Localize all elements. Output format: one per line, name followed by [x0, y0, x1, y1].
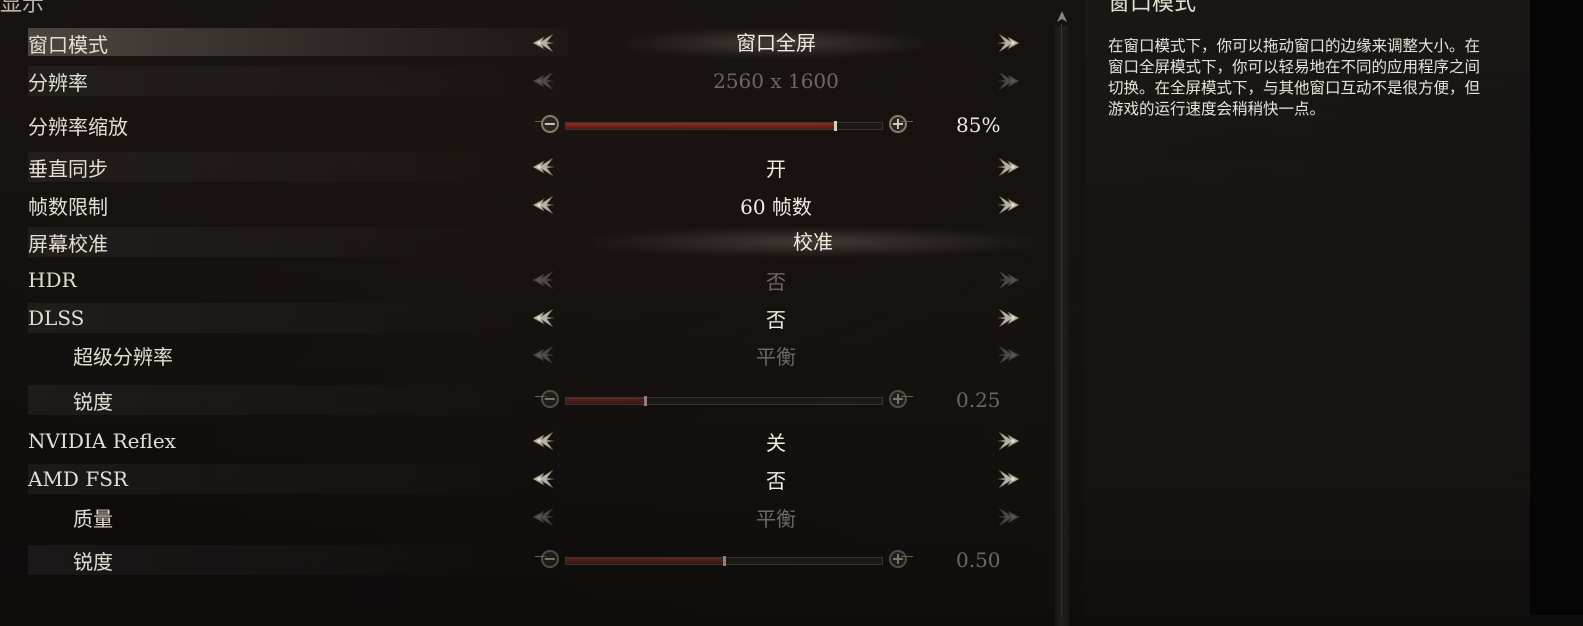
setting-row-super-resolution: 超级分辨率 平衡: [28, 338, 1028, 372]
setting-value: 否: [766, 307, 786, 332]
ornate-left-arrow-icon: [530, 342, 556, 368]
setting-value: 2560 x 1600: [713, 69, 839, 93]
setting-label: 分辨率缩放: [28, 114, 128, 139]
setting-value: 平衡: [756, 506, 796, 531]
scrollbar-thumb[interactable]: [1055, 26, 1069, 626]
ornate-right-arrow-icon[interactable]: [996, 305, 1022, 331]
calibrate-button[interactable]: 校准: [593, 227, 1033, 257]
ornate-left-arrow-icon[interactable]: [530, 154, 556, 180]
setting-value: 关: [766, 430, 786, 455]
settings-scrollbar[interactable]: [1053, 10, 1071, 626]
ornate-left-arrow-icon[interactable]: [530, 466, 556, 492]
setting-row-dlss-sharpness: 锐度 − + 0.25: [28, 383, 1028, 417]
setting-row-amd-fsr[interactable]: AMD FSR 否: [28, 462, 1028, 496]
setting-value: 窗口全屏: [628, 28, 924, 58]
ornate-right-arrow-icon: [996, 504, 1022, 530]
setting-row-fsr-quality: 质量 平衡: [28, 500, 1028, 534]
setting-label: 分辨率: [28, 70, 88, 95]
ornate-left-arrow-icon[interactable]: [530, 192, 556, 218]
slider-track: [565, 556, 883, 566]
setting-row-dlss[interactable]: DLSS 否: [28, 301, 1028, 335]
ornate-right-arrow-icon[interactable]: [996, 192, 1022, 218]
ornate-right-arrow-icon[interactable]: [996, 428, 1022, 454]
ornate-left-arrow-icon[interactable]: [530, 305, 556, 331]
slider-flourish: [901, 121, 913, 128]
ornate-right-arrow-icon: [996, 68, 1022, 94]
ornate-left-arrow-icon: [530, 504, 556, 530]
slider-value: 85%: [956, 113, 1001, 137]
slider-fill: [566, 556, 726, 566]
setting-row-fsr-sharpness: 锐度 − + 0.50: [28, 543, 1028, 577]
ornate-right-arrow-icon: [996, 342, 1022, 368]
slider-flourish: [901, 396, 913, 403]
setting-row-vsync[interactable]: 垂直同步 开: [28, 150, 1028, 184]
ornate-left-arrow-icon: [530, 267, 556, 293]
minus-icon[interactable]: −: [541, 115, 559, 133]
screen-edge: [1530, 0, 1583, 615]
ornate-right-arrow-icon[interactable]: [996, 466, 1022, 492]
setting-row-resolution-scale[interactable]: 分辨率缩放 − + 85%: [28, 108, 1028, 142]
setting-label: 窗口模式: [28, 32, 108, 57]
slider-track[interactable]: [565, 121, 883, 131]
setting-label: 垂直同步: [28, 156, 108, 181]
setting-label: 锐度: [73, 389, 113, 414]
setting-row-window-mode[interactable]: 窗口模式 窗口全屏: [28, 26, 1028, 60]
setting-label: DLSS: [28, 306, 85, 330]
settings-list: 窗口模式 窗口全屏 分辨率 2560 x 1600 分辨率缩放 − + 85% …: [0, 0, 1045, 615]
ornate-right-arrow-icon[interactable]: [996, 30, 1022, 56]
setting-value: 平衡: [756, 344, 796, 369]
setting-value: 否: [766, 269, 786, 294]
description-text: 在窗口模式下，你可以拖动窗口的边缘来调整大小。在窗口全屏模式下，你可以轻易地在不…: [1108, 37, 1481, 118]
setting-row-screen-calibration[interactable]: 屏幕校准 校准: [28, 225, 1033, 259]
setting-label: 质量: [73, 506, 113, 531]
setting-label: 屏幕校准: [28, 231, 108, 256]
setting-label: 超级分辨率: [73, 344, 173, 369]
setting-label: 帧数限制: [28, 194, 108, 219]
fsr-sharpness-slider: − +: [535, 548, 913, 570]
setting-row-frame-limit[interactable]: 帧数限制 60 帧数: [28, 188, 1028, 222]
setting-value: 否: [766, 468, 786, 493]
resolution-scale-slider[interactable]: − +: [535, 113, 913, 135]
setting-label: AMD FSR: [28, 467, 128, 491]
setting-value: 开: [766, 156, 786, 181]
ornate-left-arrow-icon: [530, 68, 556, 94]
dlss-sharpness-slider: − +: [535, 388, 913, 410]
scroll-up-icon[interactable]: [1054, 10, 1070, 24]
slider-flourish: [901, 556, 913, 563]
slider-fill: [566, 396, 647, 406]
setting-value: 60 帧数: [740, 194, 812, 219]
setting-label: HDR: [28, 268, 77, 292]
slider-fill: [566, 121, 837, 131]
description-panel: 窗口模式 在窗口模式下，你可以拖动窗口的边缘来调整大小。在窗口全屏模式下，你可以…: [1085, 0, 1532, 615]
ornate-right-arrow-icon: [996, 267, 1022, 293]
description-title: 窗口模式: [1108, 0, 1197, 16]
setting-row-hdr: HDR 否: [28, 263, 1028, 297]
setting-row-resolution: 分辨率 2560 x 1600: [28, 64, 1028, 98]
minus-icon: −: [541, 550, 559, 568]
setting-row-nvidia-reflex[interactable]: NVIDIA Reflex 关: [28, 424, 1028, 458]
setting-label: 锐度: [73, 549, 113, 574]
slider-value: 0.25: [956, 388, 1001, 412]
ornate-right-arrow-icon[interactable]: [996, 154, 1022, 180]
slider-track: [565, 396, 883, 406]
ornate-left-arrow-icon[interactable]: [530, 30, 556, 56]
minus-icon: −: [541, 390, 559, 408]
setting-label: NVIDIA Reflex: [28, 429, 176, 453]
ornate-left-arrow-icon[interactable]: [530, 428, 556, 454]
slider-value: 0.50: [956, 548, 1001, 572]
